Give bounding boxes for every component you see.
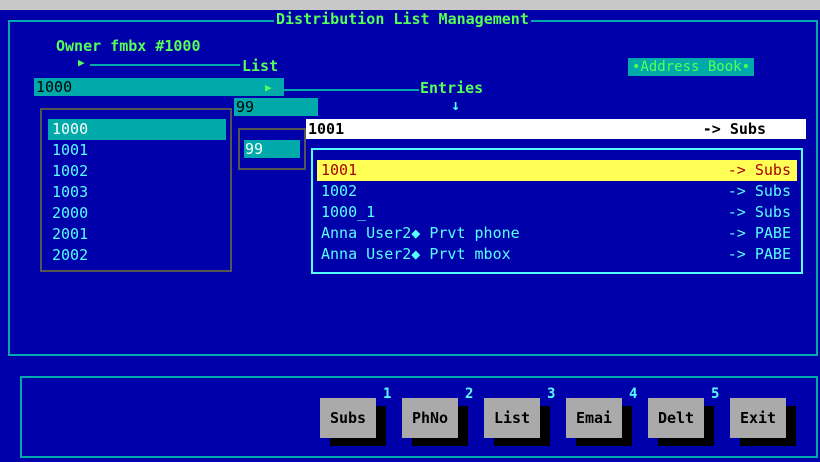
- entry-row[interactable]: 1002 -> Subs: [317, 181, 797, 202]
- entry-type: -> Subs: [727, 182, 791, 200]
- entries-container: 1001 -> Subs 1002 -> Subs 1000_1 -> Subs An…: [317, 160, 797, 265]
- entry-name: Anna User2◆ Prvt mbox: [321, 245, 511, 263]
- list-item[interactable]: 2000: [48, 203, 226, 224]
- list-item[interactable]: 1000: [48, 119, 226, 140]
- count-field-value: 99: [236, 98, 255, 116]
- entry-input-name: 1001: [308, 120, 345, 138]
- exit-button[interactable]: Exit: [730, 398, 786, 438]
- list-button[interactable]: List: [484, 398, 540, 438]
- address-book-button[interactable]: •Address Book•: [628, 58, 755, 76]
- list-item[interactable]: 1001: [48, 140, 226, 161]
- phno-button[interactable]: PhNo: [402, 398, 458, 438]
- arrow-down-icon: ↓: [451, 96, 461, 114]
- list-connector-line: [90, 64, 240, 66]
- fkey-label: 3: [547, 386, 556, 402]
- entry-input-type: -> Subs: [702, 120, 766, 138]
- subs-button[interactable]: Subs: [320, 398, 376, 438]
- delete-button[interactable]: Delt: [648, 398, 704, 438]
- lists-box: 1000 1001 1002 1003 2000 2001 2002: [40, 108, 232, 272]
- arrow-right-icon: ▶: [78, 56, 85, 69]
- entry-name: 1000_1: [321, 203, 376, 221]
- list-field[interactable]: 1000: [34, 78, 284, 96]
- list-field-value: 1000: [36, 78, 73, 96]
- entry-row[interactable]: 1001 -> Subs: [317, 160, 797, 181]
- entries-connector-line: [277, 89, 419, 91]
- entries-box: 1001 -> Subs 1002 -> Subs 1000_1 -> Subs An…: [311, 148, 803, 274]
- count-field[interactable]: 99: [234, 98, 318, 116]
- top-strip: [0, 0, 820, 10]
- count-box: 99: [238, 128, 306, 170]
- entry-type: -> PABE: [727, 245, 791, 263]
- entry-input[interactable]: 1001 -> Subs: [306, 119, 806, 139]
- entry-row[interactable]: 1000_1 -> Subs: [317, 202, 797, 223]
- lists-container: 1000 1001 1002 1003 2000 2001 2002: [48, 119, 226, 266]
- entry-type: -> Subs: [727, 161, 791, 179]
- entry-name: 1002: [321, 182, 358, 200]
- entry-type: -> PABE: [727, 224, 791, 242]
- entry-row[interactable]: Anna User2◆ Prvt phone -> PABE: [317, 223, 797, 244]
- fkey-label: 2: [465, 386, 474, 402]
- window-title: Distribution List Management: [274, 10, 531, 28]
- list-label: List: [242, 57, 279, 75]
- list-item[interactable]: 2002: [48, 245, 226, 266]
- list-item[interactable]: 1002: [48, 161, 226, 182]
- entry-name: 1001: [321, 161, 358, 179]
- entry-row[interactable]: Anna User2◆ Prvt mbox -> PABE: [317, 244, 797, 265]
- fkey-label: 4: [629, 386, 638, 402]
- entry-type: -> Subs: [727, 203, 791, 221]
- list-item[interactable]: 1003: [48, 182, 226, 203]
- entries-label: Entries: [420, 79, 484, 97]
- fkey-label: 5: [711, 386, 720, 402]
- count-box-value: 99: [245, 140, 264, 158]
- owner-label: Owner fmbx #1000: [56, 37, 201, 55]
- count-box-field[interactable]: 99: [244, 140, 300, 158]
- arrow-right-icon: ▶: [265, 81, 272, 94]
- fkey-label: 1: [383, 386, 392, 402]
- entry-name: Anna User2◆ Prvt phone: [321, 224, 520, 242]
- email-button[interactable]: Emai: [566, 398, 622, 438]
- list-item[interactable]: 2001: [48, 224, 226, 245]
